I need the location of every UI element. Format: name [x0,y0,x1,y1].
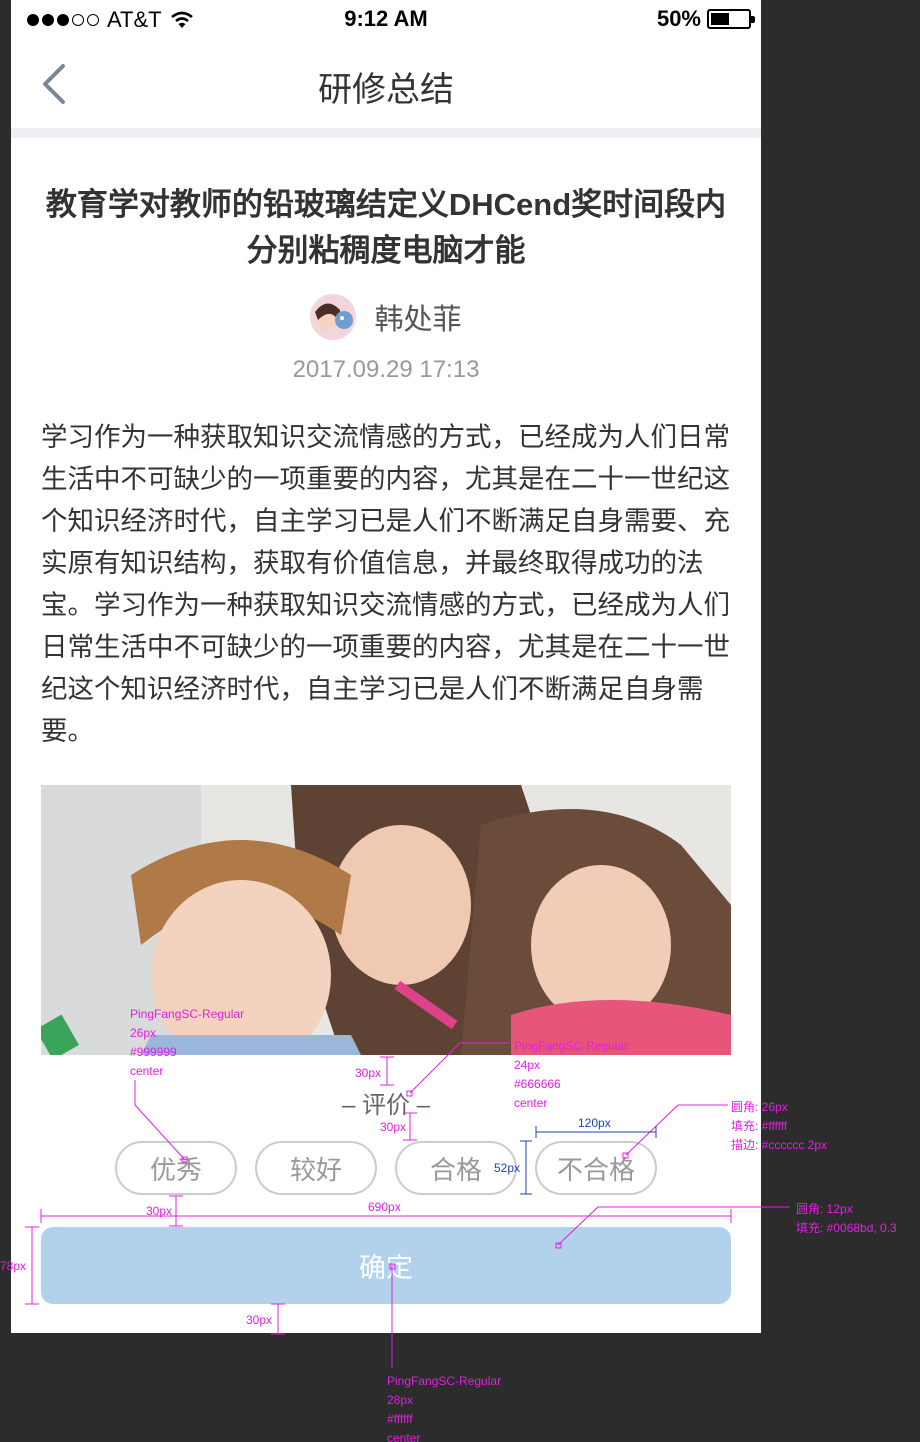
annotation-confirm-font: PingFangSC-Regular 28px #ffffff center [387,1374,502,1442]
design-canvas: AT&T 9:12 AM 50% 研修总结 教育学对教师的铅玻璃结定义DHCen… [0,0,920,1442]
header-divider [11,128,761,138]
author-row: 韩处菲 [11,294,761,340]
nav-bar: 研修总结 [11,40,761,128]
evaluation-title: – 评价 – [341,1092,431,1119]
rating-options: 优秀 较好 合格 不合格 [115,1141,657,1195]
annotation-confirm-style: 圆角: 12px 填充: #0068bd, 0.3 [796,1202,897,1235]
height-label: 78px [0,1259,27,1273]
width-label: 120px [578,1116,611,1130]
height-label: 52px [494,1161,521,1175]
publish-date: 2017.09.29 17:13 [292,356,480,383]
width-label: 690px [368,1200,401,1214]
confirm-button[interactable]: 确定 [41,1227,731,1304]
page-title: 研修总结 [318,71,454,109]
annotation-title-font: PingFangSC-Regular 24px #666666 center [514,1039,629,1110]
battery-icon [707,9,755,29]
rating-option-fail[interactable]: 不合格 [535,1141,657,1195]
author-name: 韩处菲 [374,304,462,336]
spacing-label: 30px [146,1204,173,1218]
battery-percent: 50% [656,6,701,31]
spacing-label: 30px [355,1066,382,1080]
status-time: 9:12 AM [344,6,428,31]
status-bar: AT&T 9:12 AM 50% [11,0,761,40]
annotation-button-style: 圆角: 26px 填充: #ffffff 描边: #cccccc 2px [731,1100,828,1152]
article-body: 学习作为一种获取知识交流情感的方式，已经成为人们日常生活中不可缺少的一项重要的内… [41,422,730,746]
spacing-label: 30px [246,1313,273,1327]
annotation-rating-font: PingFangSC-Regular 26px #999999 center [130,1007,245,1078]
avatar[interactable] [310,294,357,340]
status-right: 50% [656,6,755,32]
spacing-label: 30px [380,1120,407,1134]
rating-option-excellent[interactable]: 优秀 [115,1141,237,1195]
rating-option-good[interactable]: 较好 [255,1141,377,1195]
article-title: 教育学对教师的铅玻璃结定义DHCend奖时间段内分别粘稠度电脑才能 [45,187,727,268]
